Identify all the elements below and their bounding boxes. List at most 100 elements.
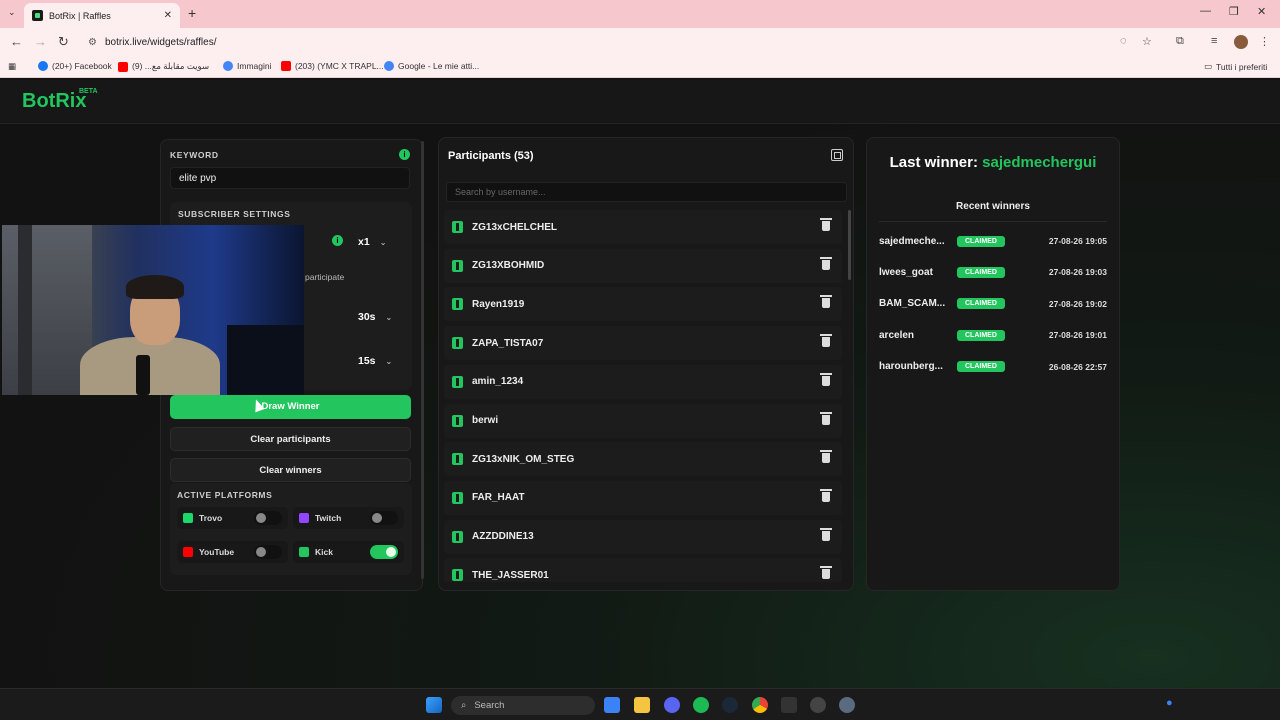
bookmark-item[interactable]: (20+) Facebook <box>38 61 112 71</box>
kick-icon <box>452 375 463 388</box>
kick-icon <box>452 414 463 427</box>
active-platforms-label: ACTIVE PLATFORMS <box>177 490 273 500</box>
browser-tab[interactable]: BotRix | Raffles ✕ <box>24 3 180 28</box>
botrix-logo[interactable]: BotRix <box>22 90 86 113</box>
delete-icon[interactable] <box>820 218 832 231</box>
clear-participants-button[interactable]: Clear participants <box>170 427 411 451</box>
forward-icon[interactable]: → <box>34 34 47 49</box>
participant-name: ZG13xNIK_OM_STEG <box>472 453 575 465</box>
clear-winners-button[interactable]: Clear winners <box>170 458 411 482</box>
delete-icon[interactable] <box>820 566 832 580</box>
kick-toggle[interactable] <box>370 545 398 559</box>
delete-icon[interactable] <box>820 334 832 348</box>
windows-taskbar: ⌕ Search ● <box>0 688 1280 720</box>
all-bookmarks[interactable]: ▭ Tutti i preferiti <box>1204 61 1267 72</box>
delete-icon[interactable] <box>820 295 832 309</box>
winners-panel: Last winner: sajedmechergui Recent winne… <box>866 137 1120 591</box>
platform-kick: Kick <box>293 541 404 563</box>
youtube-toggle[interactable] <box>254 545 282 559</box>
settings-icon[interactable] <box>839 697 855 713</box>
winner-date: 27-08-26 19:05 <box>1048 236 1107 246</box>
app-icon[interactable] <box>781 697 797 713</box>
participant-row: ZG13XBOHMID <box>444 248 842 283</box>
bookmark-item[interactable]: Immagini <box>223 61 271 71</box>
webcam-wall <box>2 225 92 395</box>
trovo-toggle[interactable] <box>254 511 282 525</box>
chevron-down-icon: ⌄ <box>385 357 393 366</box>
bookmark-item[interactable]: (203) (YMC X TRAPL... <box>281 61 384 71</box>
recent-winners-title: Recent winners <box>956 201 1030 212</box>
menu-icon[interactable]: ⋮ <box>1259 35 1270 48</box>
delete-icon[interactable] <box>820 256 832 270</box>
timer-select-2[interactable]: 15s ⌄ <box>358 355 392 367</box>
spotify-icon[interactable] <box>693 697 709 713</box>
timer-select-1[interactable]: 30s ⌄ <box>358 311 392 323</box>
kick-icon <box>452 259 463 272</box>
maximize-icon[interactable]: ❐ <box>1229 5 1239 18</box>
delete-icon[interactable] <box>820 372 832 386</box>
chevron-down-icon: ⌄ <box>385 313 393 322</box>
back-icon[interactable]: ← <box>10 34 23 49</box>
delete-icon[interactable] <box>820 450 832 464</box>
eye-off-icon[interactable]: ◌ <box>1120 35 1127 47</box>
windows-start-icon[interactable] <box>426 697 442 713</box>
winner-row: harounberg... CLAIMED 26-08-26 22:57 <box>879 357 1107 377</box>
apps-icon[interactable]: ▦ <box>8 61 16 72</box>
kick-icon <box>452 569 463 582</box>
delete-icon[interactable] <box>820 488 832 502</box>
window-close-icon[interactable]: ✕ <box>1257 5 1266 18</box>
kick-icon <box>299 547 309 557</box>
minimize-icon[interactable]: — <box>1200 5 1211 17</box>
info-icon[interactable]: i <box>399 149 410 160</box>
chrome-icon[interactable] <box>752 697 768 713</box>
kick-icon <box>452 491 463 504</box>
steam-icon[interactable] <box>722 697 738 713</box>
keyword-input[interactable]: elite pvp <box>170 167 410 189</box>
extensions-icon[interactable]: ⧉ <box>1176 35 1184 48</box>
app-icon[interactable] <box>810 697 826 713</box>
participants-title: Participants (53) <box>448 150 534 162</box>
site-info-icon[interactable]: ⚙ <box>88 37 97 48</box>
subscriber-settings-label: SUBSCRIBER SETTINGS <box>178 209 291 219</box>
participant-name: berwi <box>472 415 499 426</box>
draw-winner-button[interactable]: Draw Winner <box>170 395 411 419</box>
copy-icon[interactable] <box>831 149 843 161</box>
keyword-label: KEYWORD <box>170 150 219 160</box>
participant-row: berwi <box>444 403 842 438</box>
last-winner: Last winner: sajedmechergui <box>867 154 1119 171</box>
file-explorer-icon[interactable] <box>634 697 650 713</box>
bookmark-item[interactable]: Google - Le mie atti... <box>384 61 479 71</box>
participant-name: THE_JASSER01 <box>472 569 549 581</box>
profile-avatar[interactable] <box>1234 35 1248 49</box>
last-winner-name: sajedmechergui <box>982 154 1097 171</box>
winner-name: sajedmeche... <box>879 235 945 247</box>
star-icon[interactable]: ☆ <box>1142 35 1152 48</box>
taskbar-search[interactable]: ⌕ Search <box>451 696 595 715</box>
discord-icon[interactable] <box>664 697 680 713</box>
participant-row: amin_1234 <box>444 364 842 399</box>
store-icon[interactable] <box>604 697 620 713</box>
bookmark-item[interactable]: سويت مقابلة مع... (9) <box>118 61 209 72</box>
new-tab-icon[interactable]: + <box>188 5 196 21</box>
winner-date: 27-08-26 19:01 <box>1048 330 1107 341</box>
participants-scrollbar[interactable] <box>848 210 851 280</box>
tab-search-icon[interactable]: ⌄ <box>8 7 16 18</box>
delete-icon[interactable] <box>820 411 832 425</box>
url-text[interactable]: botrix.live/widgets/raffles/ <box>105 37 217 48</box>
tab-close-icon[interactable]: ✕ <box>164 10 172 21</box>
participant-search-input[interactable]: Search by username... <box>446 182 847 202</box>
reload-icon[interactable]: ↻ <box>58 34 69 50</box>
delete-icon[interactable] <box>820 527 832 541</box>
address-bar[interactable]: ⚙ botrix.live/widgets/raffles/ <box>80 31 1160 53</box>
participant-name: ZG13xCHELCHEL <box>472 221 558 233</box>
participant-row: ZG13xNIK_OM_STEG <box>444 442 842 477</box>
microphone-icon[interactable]: ● <box>1166 697 1176 713</box>
settings-scrollbar[interactable] <box>421 141 424 579</box>
trovo-icon <box>183 513 193 523</box>
winner-row: arcelen CLAIMED 27-08-26 19:01 <box>879 325 1107 345</box>
twitch-toggle[interactable] <box>370 511 398 525</box>
info-icon[interactable]: i <box>332 235 343 246</box>
webcam-person-hair <box>126 275 184 299</box>
multiplier-select[interactable]: x1 ⌄ <box>358 236 386 248</box>
media-icon[interactable]: ≡ <box>1211 35 1217 47</box>
